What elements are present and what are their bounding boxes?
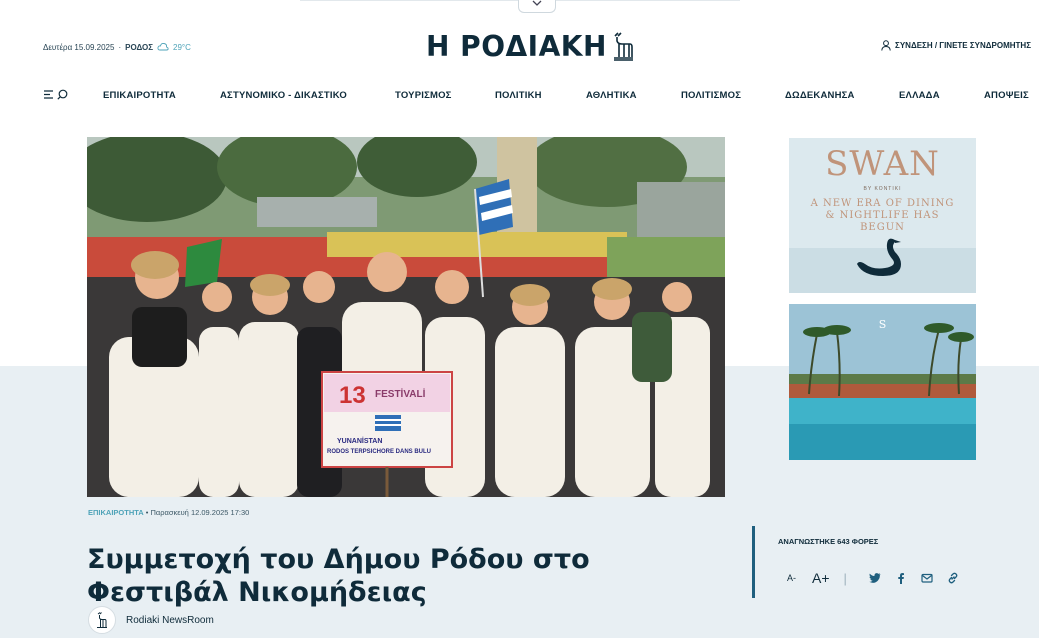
font-increase-button[interactable]: A+ bbox=[812, 570, 830, 586]
nav-item-ellada[interactable]: ΕΛΛΑΔΑ bbox=[899, 90, 940, 101]
read-count: ΑΝΑΓΝΩΣΤΗΚΕ 643 ΦΟΡΕΣ bbox=[778, 537, 879, 546]
deer-logo-icon bbox=[613, 31, 633, 61]
user-icon bbox=[881, 40, 891, 51]
twitter-icon[interactable] bbox=[868, 572, 881, 584]
sign-country: YUNANİSTAN bbox=[337, 437, 382, 445]
article-date: • Παρασκευή 12.09.2025 17:30 bbox=[145, 508, 250, 517]
logo-text: Η ΡΟΔΙΑΚΗ bbox=[426, 30, 607, 63]
swan-ad-brand: SWAN bbox=[825, 144, 940, 184]
nav-item-dodekanisa[interactable]: ΔΩΔΕΚΑΝΗΣΑ bbox=[785, 90, 855, 101]
deer-avatar-icon bbox=[97, 612, 107, 628]
nav-item-politiki[interactable]: ΠΟΛΙΤΙΚΗ bbox=[495, 90, 542, 101]
article-meta: ΕΠΙΚΑΙΡΟΤΗΤΑ • Παρασκευή 12.09.2025 17:3… bbox=[88, 508, 249, 517]
mail-icon[interactable] bbox=[921, 572, 933, 584]
site-logo[interactable]: Η ΡΟΔΙΑΚΗ bbox=[426, 30, 635, 63]
login-label: ΣΥΝΔΕΣΗ / ΓΙΝΕΤΕ ΣΥΝΔΡΟΜΗΤΗΣ bbox=[895, 41, 1031, 50]
swan-ad-by: BY KONTIKI bbox=[863, 186, 902, 192]
sign-festival: FESTİVALİ bbox=[375, 387, 426, 400]
chevron-down-icon bbox=[532, 0, 542, 6]
article-hero-image: 13 FESTİVALİ YUNANİSTAN RODOS TERPSICHOR… bbox=[87, 137, 725, 497]
menu-icon[interactable] bbox=[44, 89, 55, 100]
menu-search-group bbox=[44, 89, 68, 100]
search-icon[interactable] bbox=[57, 89, 68, 100]
sign-group: RODOS TERPSICHORE DANS BULU bbox=[327, 449, 431, 455]
link-icon[interactable] bbox=[947, 572, 959, 584]
city-name: ΡΟΔΟΣ bbox=[125, 42, 154, 52]
resort-ad-banner[interactable]: S bbox=[789, 304, 976, 460]
article-author[interactable]: Rodiaki NewsRoom bbox=[88, 606, 214, 634]
article-category[interactable]: ΕΠΙΚΑΙΡΟΤΗΤΑ bbox=[88, 508, 144, 517]
tools-separator: | bbox=[843, 570, 847, 586]
nav-item-politismos[interactable]: ΠΟΛΙΤΙΣΜΟΣ bbox=[681, 90, 741, 101]
nav-item-tourismos[interactable]: ΤΟΥΡΙΣΜΟΣ bbox=[395, 90, 452, 101]
resort-ad-logo: S bbox=[878, 318, 887, 331]
login-link[interactable]: ΣΥΝΔΕΣΗ / ΓΙΝΕΤΕ ΣΥΝΔΡΟΜΗΤΗΣ bbox=[881, 40, 1031, 51]
sign-number: 13 bbox=[339, 382, 366, 409]
font-decrease-button[interactable]: A- bbox=[787, 573, 796, 583]
swan-ad-tagline: A NEW ERA OF DINING & NIGHTLIFE HAS BEGU… bbox=[810, 198, 955, 233]
nav-item-apopseis[interactable]: ΑΠΟΨΕΙΣ bbox=[984, 90, 1029, 101]
nav-item-astynomiko[interactable]: ΑΣΤΥΝΟΜΙΚΟ - ΔΙΚΑΣΤΙΚΟ bbox=[220, 90, 347, 101]
temperature: 29°C bbox=[173, 42, 191, 52]
date-separator: · bbox=[118, 42, 122, 52]
date-weather: Δευτέρα 15.09.2025 · ΡΟΔΟΣ 29°C bbox=[43, 42, 191, 52]
cloud-icon bbox=[157, 42, 169, 51]
author-name: Rodiaki NewsRoom bbox=[126, 614, 214, 626]
nav-item-athlitika[interactable]: ΑΘΛΗΤΙΚΑ bbox=[586, 90, 637, 101]
tools-divider bbox=[752, 526, 755, 598]
current-date: Δευτέρα 15.09.2025 bbox=[43, 42, 115, 52]
top-collapse-toggle[interactable] bbox=[518, 0, 556, 13]
facebook-icon[interactable] bbox=[895, 572, 907, 584]
main-navigation: ΕΠΙΚΑΙΡΟΤΗΤΑ ΑΣΤΥΝΟΜΙΚΟ - ΔΙΚΑΣΤΙΚΟ ΤΟΥΡ… bbox=[0, 88, 1039, 104]
swan-ad-banner[interactable]: SWAN BY KONTIKI A NEW ERA OF DINING & NI… bbox=[789, 138, 976, 293]
swan-icon bbox=[857, 238, 901, 276]
nav-item-epikairotita[interactable]: ΕΠΙΚΑΙΡΟΤΗΤΑ bbox=[103, 90, 176, 101]
author-avatar bbox=[88, 606, 116, 634]
article-title: Συμμετοχή του Δήμου Ρόδου στο Φεστιβάλ Ν… bbox=[87, 544, 590, 609]
article-tools: A- A+ | bbox=[787, 570, 973, 586]
